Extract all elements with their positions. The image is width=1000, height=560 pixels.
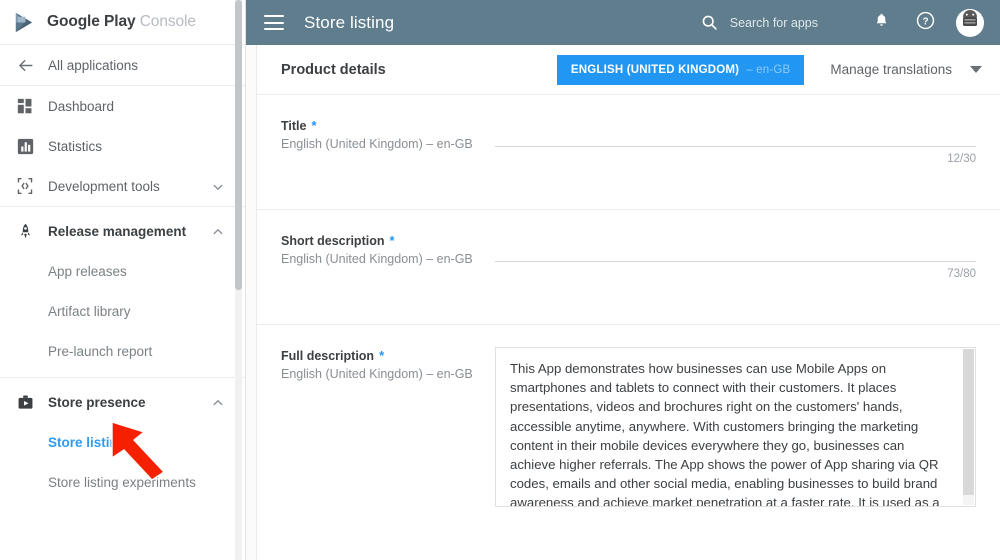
full-description-value: This App demonstrates how businesses can… (510, 361, 940, 507)
sidebar-label-app-releases: App releases (48, 263, 127, 279)
language-tab-code: – en-GB (746, 63, 791, 76)
manage-translations-button[interactable]: Manage translations (830, 62, 982, 77)
sidebar-scrollbar-thumb[interactable] (235, 0, 242, 290)
required-marker-3: * (379, 348, 385, 363)
field-label-full-description: Full description * English (United Kingd… (281, 347, 493, 507)
required-marker: * (311, 118, 317, 133)
title-input-value (495, 117, 976, 123)
sidebar-label-development-tools: Development tools (48, 178, 160, 194)
required-marker-2: * (389, 233, 395, 248)
sidebar-item-development-tools[interactable]: Development tools (0, 166, 246, 206)
code-brackets-icon (14, 175, 36, 197)
title-counter: 12/30 (947, 153, 976, 165)
sidebar-label-release-management: Release management (48, 223, 187, 239)
main-area: Store listing Search for apps ? Product … (246, 0, 1000, 560)
field-label-title: Title * English (United Kingdom) – en-GB (281, 117, 493, 209)
field-input-wrap-short-description: 73/80 (493, 232, 976, 324)
brand-secondary: Console (139, 13, 196, 30)
sidebar-label-artifact-library: Artifact library (48, 303, 131, 319)
field-input-wrap-full-description: This App demonstrates how businesses can… (493, 347, 976, 507)
chevron-up-icon-2[interactable] (212, 396, 224, 408)
field-name-short-description: Short description * (281, 233, 395, 248)
sidebar-label-store-presence: Store presence (48, 394, 146, 410)
rocket-icon (14, 220, 36, 242)
dashboard-grid-icon (14, 95, 36, 117)
field-language-short-description: English (United Kingdom) – en-GB (281, 252, 473, 266)
svg-text:?: ? (922, 16, 928, 27)
textarea-scrollbar-thumb[interactable] (963, 349, 974, 495)
sidebar-label-dashboard: Dashboard (48, 98, 115, 114)
sidebar-label-pre-launch-report: Pre-launch report (48, 343, 153, 359)
field-input-wrap-title: 12/30 (493, 117, 976, 209)
sidebar-label-store-listing-experiments: Store listing experiments (48, 474, 196, 490)
help-circle-icon: ? (916, 11, 935, 35)
search-placeholder: Search for apps (729, 15, 818, 30)
field-name-title: Title * (281, 118, 317, 133)
page-title: Store listing (304, 12, 395, 32)
sidebar-item-pre-launch-report[interactable]: Pre-launch report (0, 331, 246, 371)
sidebar-item-dashboard[interactable]: Dashboard (0, 86, 246, 126)
google-play-logo-icon (13, 11, 36, 34)
notifications-button[interactable] (866, 8, 896, 38)
sidebar: Google Play Console All applications Das… (0, 0, 246, 560)
app-window: Google Play Console All applications Das… (0, 0, 1000, 560)
field-row-full-description: Full description * English (United Kingd… (257, 325, 1000, 507)
chevron-down-icon[interactable] (212, 180, 224, 192)
sidebar-item-store-listing[interactable]: Store listing (0, 422, 246, 462)
manage-translations-label: Manage translations (830, 62, 952, 77)
top-app-bar: Store listing Search for apps ? (246, 0, 1000, 45)
android-avatar-icon (956, 8, 984, 37)
field-row-short-description: Short description * English (United King… (257, 210, 1000, 325)
store-briefcase-icon (14, 391, 36, 413)
store-listing-card: Product details ENGLISH (UNITED KINGDOM)… (256, 45, 1000, 560)
language-tab-label: ENGLISH (UNITED KINGDOM) (570, 63, 740, 76)
short-description-input[interactable] (495, 232, 976, 262)
help-button[interactable]: ? (910, 8, 940, 38)
arrow-left-icon (14, 54, 36, 76)
sidebar-group-release-management[interactable]: Release management (0, 211, 246, 251)
field-name-full-description: Full description * (281, 348, 385, 363)
field-label-short-description: Short description * English (United King… (281, 232, 493, 324)
content-area: Product details ENGLISH (UNITED KINGDOM)… (246, 45, 1000, 560)
panel-title: Product details (281, 61, 386, 78)
brand-header[interactable]: Google Play Console (0, 0, 246, 45)
sidebar-divider-3 (0, 377, 246, 378)
avatar[interactable] (956, 8, 984, 37)
short-description-input-value (495, 232, 976, 238)
field-language-title: English (United Kingdom) – en-GB (281, 137, 473, 151)
sidebar-group-store-presence[interactable]: Store presence (0, 382, 246, 422)
sidebar-divider-2 (0, 206, 246, 207)
short-description-counter: 73/80 (947, 268, 976, 280)
title-input[interactable] (495, 117, 976, 147)
sidebar-item-statistics[interactable]: Statistics (0, 126, 246, 166)
sidebar-item-all-applications[interactable]: All applications (0, 45, 246, 85)
hamburger-menu-icon[interactable] (264, 15, 284, 30)
sidebar-label-store-listing: Store listing (48, 434, 127, 450)
topbar-actions: Search for apps ? (701, 8, 984, 38)
chevron-up-icon[interactable] (212, 225, 224, 237)
caret-down-icon (970, 66, 982, 73)
sidebar-item-store-listing-experiments[interactable]: Store listing experiments (0, 462, 246, 502)
bell-icon (873, 12, 890, 34)
full-description-textarea[interactable]: This App demonstrates how businesses can… (495, 347, 976, 507)
search-input[interactable]: Search for apps (701, 14, 818, 31)
sidebar-label-all-applications: All applications (48, 57, 139, 73)
search-icon (701, 14, 718, 31)
panel-header: Product details ENGLISH (UNITED KINGDOM)… (257, 45, 1000, 95)
bar-chart-icon (14, 135, 36, 157)
sidebar-label-statistics: Statistics (48, 138, 103, 154)
brand-primary: Google Play (47, 13, 136, 30)
sidebar-item-app-releases[interactable]: App releases (0, 251, 246, 291)
panel-header-actions: ENGLISH (UNITED KINGDOM) – en-GB Manage … (556, 45, 1000, 94)
field-language-full-description: English (United Kingdom) – en-GB (281, 367, 473, 381)
sidebar-item-artifact-library[interactable]: Artifact library (0, 291, 246, 331)
brand-text: Google Play Console (47, 13, 196, 31)
field-row-title: Title * English (United Kingdom) – en-GB… (257, 95, 1000, 210)
language-tab-en-gb[interactable]: ENGLISH (UNITED KINGDOM) – en-GB (556, 54, 805, 85)
